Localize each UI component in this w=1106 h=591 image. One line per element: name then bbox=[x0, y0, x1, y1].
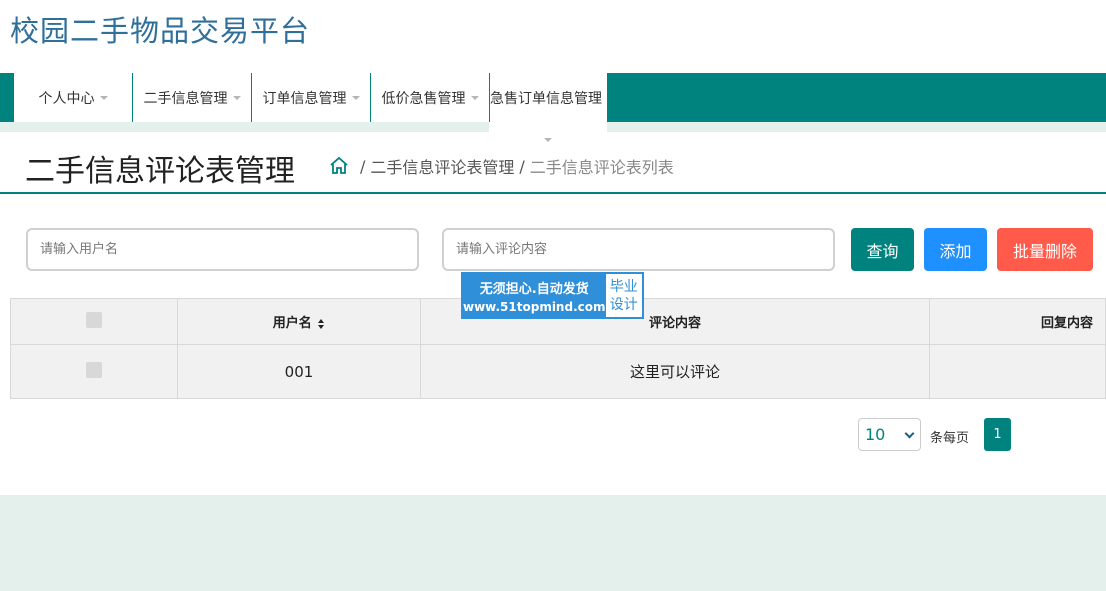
select-all-cell bbox=[10, 298, 178, 345]
table-row: 001 这里可以评论 bbox=[10, 344, 1106, 399]
watermark-line1: 无须担心.自动发货 bbox=[479, 281, 589, 297]
watermark-badge-line2: 设计 bbox=[609, 296, 638, 313]
column-header-username[interactable]: 用户名 bbox=[177, 298, 421, 345]
add-button[interactable]: 添加 bbox=[924, 228, 987, 271]
breadcrumb-separator: / bbox=[360, 156, 366, 176]
sort-icon[interactable] bbox=[317, 318, 325, 330]
chevron-down-icon bbox=[904, 428, 915, 439]
nav-item-label: 个人中心 bbox=[38, 90, 95, 107]
breadcrumb-separator: / bbox=[519, 156, 525, 176]
row-checkbox[interactable] bbox=[86, 361, 102, 378]
nav-item-personal-center[interactable]: 个人中心 bbox=[14, 73, 133, 122]
caret-down-icon bbox=[99, 95, 108, 100]
page-title: 二手信息评论表管理 bbox=[25, 154, 295, 189]
nav-item-label: 订单信息管理 bbox=[262, 90, 347, 107]
column-header-label: 用户名 bbox=[272, 316, 312, 331]
nav-item-urgent-order-info[interactable]: 急售订单信息管理 bbox=[490, 73, 608, 122]
batch-delete-button[interactable]: 批量删除 bbox=[997, 228, 1093, 271]
breadcrumb: / 二手信息评论表管理 / 二手信息评论表列表 bbox=[329, 154, 674, 178]
cell-username: 001 bbox=[177, 344, 421, 399]
nav-item-order-info[interactable]: 订单信息管理 bbox=[252, 73, 371, 122]
page-header: 二手信息评论表管理 / 二手信息评论表管理 / 二手信息评论表列表 bbox=[0, 132, 1106, 194]
column-header-label: 回复内容 bbox=[1040, 316, 1093, 331]
caret-down-icon bbox=[470, 95, 479, 100]
nav-item-secondhand-info[interactable]: 二手信息管理 bbox=[133, 73, 252, 122]
breadcrumb-item-parent[interactable]: 二手信息评论表管理 bbox=[370, 154, 514, 178]
page: 校园二手物品交易平台 个人中心 二手信息管理 订单信息管理 低价急售管理 急售订… bbox=[0, 0, 1106, 591]
row-select-cell bbox=[10, 344, 178, 399]
per-page-label: 条每页 bbox=[930, 431, 970, 446]
column-header-reply: 回复内容 bbox=[929, 298, 1106, 345]
top-navbar: 个人中心 二手信息管理 订单信息管理 低价急售管理 急售订单信息管理 bbox=[0, 73, 1106, 122]
query-button[interactable]: 查询 bbox=[851, 228, 914, 271]
nav-item-label: 二手信息管理 bbox=[143, 90, 228, 107]
caret-down-icon bbox=[232, 95, 241, 100]
nav-item-label: 急售订单信息管理 bbox=[490, 90, 602, 107]
watermark-badge: 毕业 设计 bbox=[605, 274, 642, 317]
home-icon[interactable] bbox=[329, 156, 349, 176]
per-page-select[interactable]: 10 bbox=[858, 418, 921, 451]
watermark-badge-line1: 毕业 bbox=[609, 278, 638, 295]
watermark-banner: 无须担心.自动发货 www.51topmind.com 毕业 设计 bbox=[461, 272, 644, 319]
username-search-input[interactable] bbox=[26, 228, 419, 271]
nav-item-urgent-sale[interactable]: 低价急售管理 bbox=[371, 73, 490, 122]
site-title: 校园二手物品交易平台 bbox=[10, 14, 311, 48]
per-page-value: 10 bbox=[865, 425, 886, 444]
column-header-label: 评论内容 bbox=[648, 316, 701, 331]
footer-band bbox=[0, 495, 1106, 591]
nav-list: 个人中心 二手信息管理 订单信息管理 低价急售管理 急售订单信息管理 bbox=[14, 73, 608, 122]
cell-reply bbox=[929, 344, 1106, 399]
caret-down-icon bbox=[351, 95, 360, 100]
cell-comment: 这里可以评论 bbox=[420, 344, 930, 399]
select-all-checkbox[interactable] bbox=[86, 311, 102, 328]
nav-item-label: 低价急售管理 bbox=[381, 90, 466, 107]
watermark-line2: www.51topmind.com bbox=[463, 299, 606, 314]
page-button-current[interactable]: 1 bbox=[984, 418, 1011, 451]
watermark-text: 无须担心.自动发货 www.51topmind.com bbox=[463, 274, 606, 317]
comment-search-input[interactable] bbox=[442, 228, 835, 271]
breadcrumb-item-current: 二手信息评论表列表 bbox=[529, 158, 674, 177]
